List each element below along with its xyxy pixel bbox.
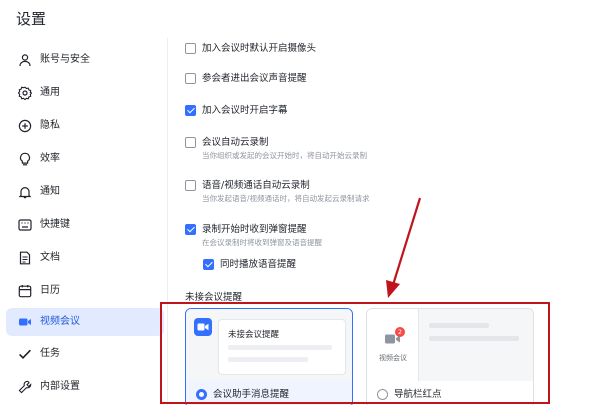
checkbox-checked[interactable] — [203, 259, 214, 270]
sidebar-item-label: 视频会议 — [40, 316, 80, 327]
sidebar-item-label: 任务 — [40, 348, 60, 359]
sidebar-item-account-security[interactable]: 账号与安全 — [6, 46, 164, 74]
sidebar-item-notifications[interactable]: 通知 — [6, 178, 164, 206]
sidebar-item-label: 账号与安全 — [40, 54, 90, 65]
option-label: 同时播放语音提醒 — [220, 259, 297, 270]
option-description: 当你组织或发起的会议开始时，将自动开始云录制 — [202, 151, 367, 160]
checkbox-checked[interactable] — [185, 224, 196, 235]
title-bar: 设置 — [0, 0, 600, 38]
placeholder-line — [228, 357, 308, 362]
option-description: 在会议录制时将收到弹窗及语音提醒 — [202, 238, 322, 247]
sidebar-item-documents[interactable]: 文档 — [6, 244, 164, 272]
option-label: 参会者进出会议声音提醒 — [202, 73, 307, 84]
sidebar-item-tasks[interactable]: 任务 — [6, 340, 164, 368]
user-icon — [19, 54, 31, 67]
checkbox[interactable] — [185, 137, 196, 148]
missed-meeting-section-title: 未接会议提醒 — [185, 292, 243, 303]
message-preview-title: 未接会议提醒 — [228, 330, 280, 340]
option-label: 语音/视频通话自动云录制 — [202, 180, 310, 191]
gear-icon — [18, 86, 32, 100]
settings-content: 加入会议时默认开启摄像头 参会者进出会议声音提醒 加入会议时开启字幕 会议自动云… — [169, 38, 600, 405]
radio-selected[interactable] — [196, 389, 207, 400]
reminder-card-assistant[interactable]: 未接会议提醒 会议助手消息提醒 — [185, 308, 353, 405]
checkbox[interactable] — [185, 73, 196, 84]
option-description: 当你发起语音/视频通话时，将自动发起云录制请求 — [202, 194, 370, 203]
card-footer: 导航栏红点 — [367, 381, 533, 405]
message-preview: 未接会议提醒 — [218, 319, 346, 375]
sidebar-item-label: 通知 — [40, 186, 60, 197]
sidebar-item-label: 日历 — [40, 285, 60, 296]
nav-label: 视频会议 — [379, 354, 407, 362]
sidebar-item-efficiency[interactable]: 效率 — [6, 145, 164, 173]
keyboard-icon — [18, 219, 32, 231]
shield-icon — [18, 119, 32, 133]
sidebar-item-label: 效率 — [40, 153, 60, 164]
document-icon — [19, 251, 31, 265]
nav-bar-preview: 2 视频会议 — [367, 309, 419, 381]
placeholder-line — [228, 345, 332, 350]
option-label: 加入会议时开启字幕 — [202, 105, 288, 116]
sidebar-item-calendar[interactable]: 日历 — [6, 277, 164, 305]
checkbox[interactable] — [185, 180, 196, 191]
sidebar-item-privacy[interactable]: 隐私 — [6, 112, 164, 140]
radio-label: 会议助手消息提醒 — [213, 389, 290, 400]
reminder-card-nav-dot[interactable]: 2 视频会议 导航栏红点 — [366, 308, 534, 405]
calendar-icon — [18, 285, 32, 298]
sidebar-item-shortcuts[interactable]: 快捷键 — [6, 211, 164, 239]
checkbox-checked[interactable] — [185, 105, 196, 116]
sidebar-item-label: 通用 — [40, 87, 60, 98]
option-label: 会议自动云录制 — [202, 137, 269, 148]
unread-badge: 2 — [395, 327, 405, 337]
window-title: 设置 — [16, 10, 47, 28]
sidebar-item-label: 隐私 — [40, 120, 60, 131]
card-footer: 会议助手消息提醒 — [186, 381, 352, 405]
sidebar-item-label: 文档 — [40, 252, 60, 263]
check-icon — [19, 349, 31, 359]
bulb-icon — [19, 152, 31, 166]
checkbox[interactable] — [185, 43, 196, 54]
video-meeting-app-icon — [194, 318, 212, 336]
sidebar-item-video-meeting[interactable]: 视频会议 — [6, 308, 164, 336]
radio-unselected[interactable] — [377, 389, 388, 400]
sidebar: 账号与安全 通用 隐私 效率 通知 快捷键 文档 日历 视频会议 任务 内部设置 — [0, 38, 168, 405]
option-label: 录制开始时收到弹窗提醒 — [202, 224, 307, 235]
sidebar-item-label: 内部设置 — [40, 381, 80, 392]
card-preview: 未接会议提醒 — [186, 309, 352, 381]
sidebar-item-general[interactable]: 通用 — [6, 79, 164, 107]
option-label: 加入会议时默认开启摄像头 — [202, 43, 317, 54]
video-camera-icon — [19, 318, 31, 326]
sidebar-item-label: 快捷键 — [40, 219, 70, 230]
card-preview: 2 视频会议 — [367, 309, 533, 381]
placeholder-line — [429, 323, 489, 328]
radio-label: 导航栏红点 — [394, 389, 442, 400]
bell-icon — [18, 187, 32, 199]
placeholder-line — [429, 336, 519, 341]
sidebar-item-internal-settings[interactable]: 内部设置 — [6, 373, 164, 401]
wrench-icon — [18, 380, 32, 394]
